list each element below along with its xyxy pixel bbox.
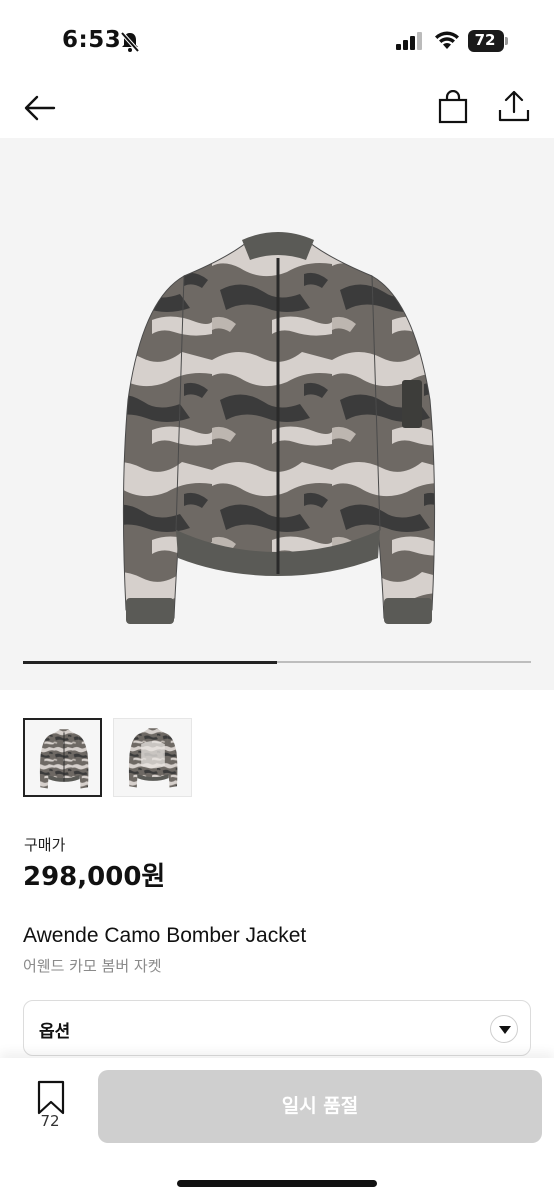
signal-icon [396,32,422,50]
gallery-progress-fill [23,660,277,664]
top-nav [0,80,554,138]
status-time: 6:53 [62,27,122,53]
arrow-left-icon[interactable] [22,90,58,126]
thumbnail-image [128,728,178,788]
sold-out-button[interactable]: 일시 품절 [98,1070,542,1143]
option-select[interactable]: 옵션 [23,1000,531,1056]
status-bar: 6:53 72 [0,0,554,80]
shopping-bag-icon[interactable] [436,90,470,124]
product-image-gallery[interactable] [0,138,554,690]
price-label: 구매가 [24,836,66,854]
gallery-progress [23,660,531,664]
product-subtitle: 어웬드 카모 봄버 자켓 [23,957,162,975]
thumbnail-front[interactable] [23,718,102,797]
battery-level: 72 [474,31,496,49]
share-icon[interactable] [496,88,532,124]
battery-icon: 72 [468,30,508,52]
thumbnail-image [39,729,89,789]
bell-slash-icon [120,31,140,53]
chevron-down-icon [490,1015,518,1043]
product-name: Awende Camo Bomber Jacket [23,924,307,947]
wifi-icon [435,31,459,49]
product-image [122,232,436,624]
bookmark-count: 72 [40,1112,60,1130]
bookmark-icon[interactable] [36,1080,66,1116]
price-value: 298,000원 [23,862,166,892]
thumbnail-back[interactable] [113,718,192,797]
bottom-action-bar: 72 일시 품절 [0,1058,554,1200]
option-label: 옵션 [39,1022,71,1042]
home-indicator [177,1180,377,1187]
